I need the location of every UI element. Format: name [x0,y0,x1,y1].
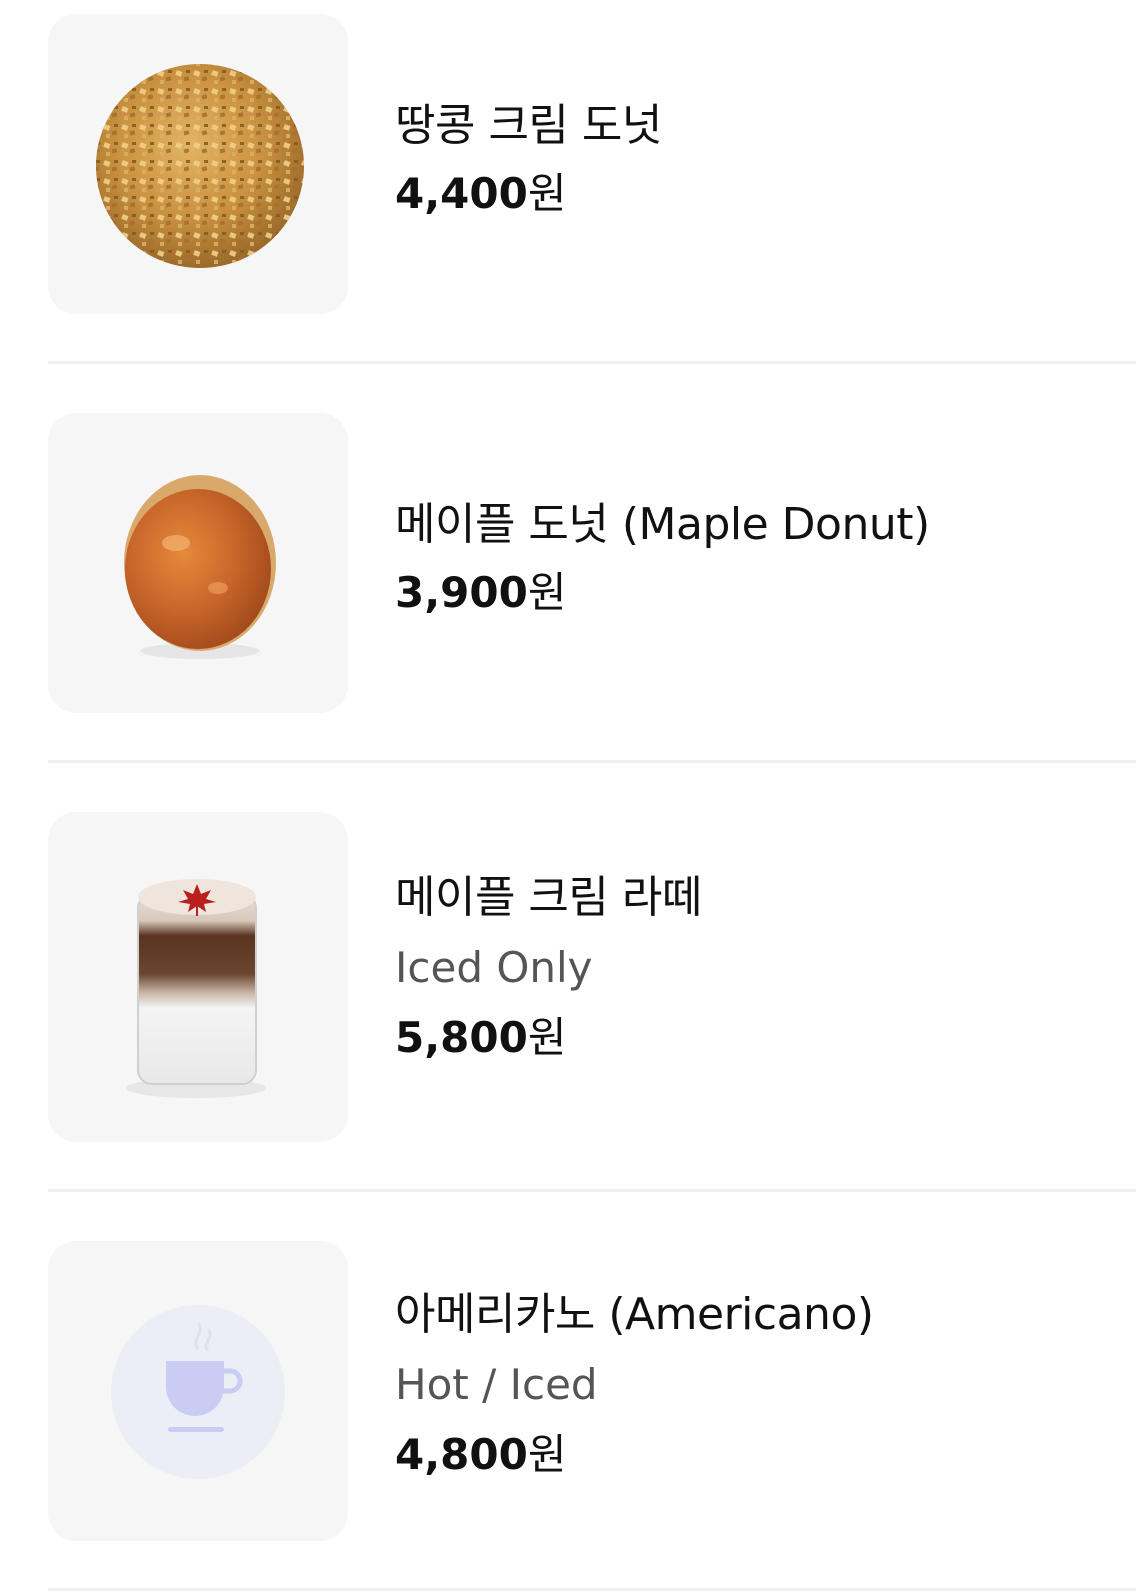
menu-item-price: 4,400원 [395,168,1136,220]
menu-item-peanut-cream-donut[interactable]: 땅콩 크림 도넛 4,400원 [48,14,1136,314]
price-amount: 4,400 [395,169,528,218]
maple-donut-image [48,413,348,713]
menu-item-info: 메이플 도넛 (Maple Donut) 3,900원 [395,497,1136,619]
price-amount: 4,800 [395,1430,528,1479]
menu-item-americano[interactable]: 아메리카노 (Americano) Hot / Iced 4,800원 [48,1241,1136,1541]
menu-item-subtitle: Iced Only [395,943,593,992]
item-divider [48,1189,1136,1192]
menu-item-info: 아메리카노 (Americano) Hot / Iced 4,800원 [395,1287,1136,1481]
menu-item-price: 3,900원 [395,567,1136,619]
americano-placeholder [111,1305,285,1479]
peanut-cream-donut-photo [96,64,304,268]
menu-item-name: 아메리카노 (Americano) [395,1289,874,1340]
maple-donut-photo [124,475,276,659]
price-amount: 5,800 [395,1013,528,1062]
menu-item-name: 메이플 크림 라떼 [395,872,702,923]
menu-item-subtitle: Hot / Iced [395,1360,598,1409]
menu-item-price: 5,800원 [395,1012,1136,1064]
menu-item-price: 4,800원 [395,1429,1136,1481]
americano-image [48,1241,348,1541]
menu-item-info: 메이플 크림 라떼 Iced Only 5,800원 [395,870,1136,1064]
price-amount: 3,900 [395,568,528,617]
menu-item-name: 땅콩 크림 도넛 [395,100,662,151]
item-divider [48,1588,1136,1591]
price-currency: 원 [527,1430,567,1479]
item-divider [48,361,1136,364]
price-currency: 원 [527,169,567,218]
peanut-cream-donut-image [48,14,348,314]
price-currency: 원 [527,568,567,617]
maple-cream-latte-image [48,812,348,1142]
maple-cream-latte-photo [126,879,266,1098]
menu-item-maple-donut[interactable]: 메이플 도넛 (Maple Donut) 3,900원 [48,413,1136,713]
price-currency: 원 [527,1013,567,1062]
menu-item-info: 땅콩 크림 도넛 4,400원 [395,98,1136,220]
menu-item-name: 메이플 도넛 (Maple Donut) [395,499,930,550]
menu-item-maple-cream-latte[interactable]: 메이플 크림 라떼 Iced Only 5,800원 [48,812,1136,1142]
item-divider [48,760,1136,763]
